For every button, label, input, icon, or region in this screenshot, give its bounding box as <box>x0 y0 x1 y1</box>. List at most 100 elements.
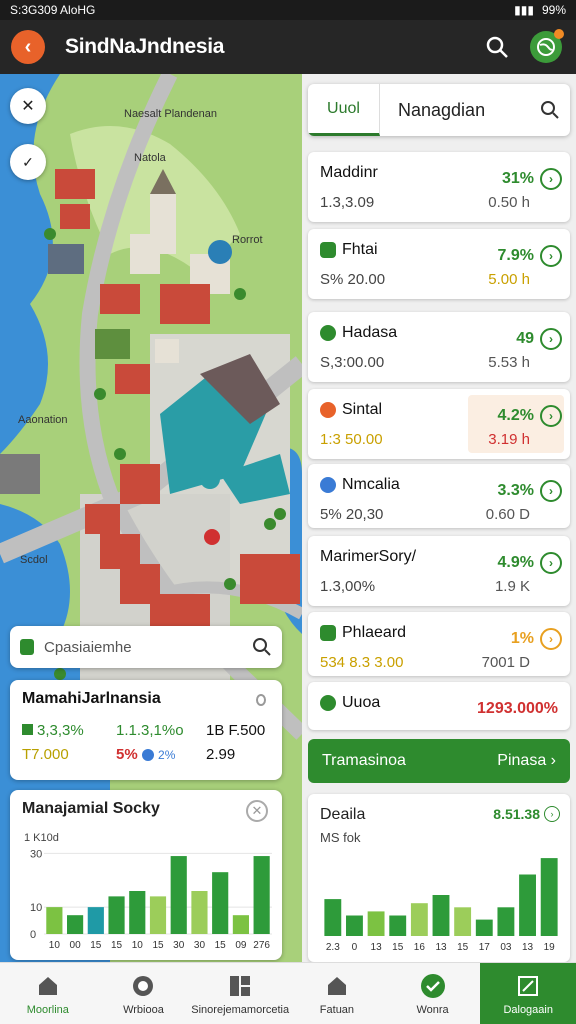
bar <box>253 856 270 934</box>
search-icon <box>253 638 271 656</box>
item-name-text: Hadasa <box>342 324 398 341</box>
battery-text: 99% <box>541 3 566 17</box>
grid-icon <box>226 972 254 1000</box>
chevron-right-icon[interactable]: › <box>540 405 562 427</box>
panel-tabs: Uuol Nanagdian <box>308 84 570 136</box>
nav-item-home[interactable]: Moorlina <box>0 963 96 1024</box>
status-bar: S:3G309 AloHG ▮▮▮ 99% <box>0 0 576 20</box>
list-item[interactable]: Nmcalia 5% 20,30 3.3% 0.60 D › <box>308 464 570 528</box>
chevron-right-icon[interactable]: › <box>540 328 562 350</box>
summary-title: MamahiJarlnansia <box>22 690 161 707</box>
chevron-right-icon[interactable]: › <box>540 628 562 650</box>
nav-label: Wrbiooa <box>123 1003 164 1016</box>
chevron-right-icon[interactable]: › <box>540 245 562 267</box>
x-tick-label: 10 <box>132 940 144 951</box>
summary-r2c2-text: 5% <box>116 746 138 763</box>
nav-item-house[interactable]: Fatuan <box>289 963 385 1024</box>
search-button[interactable] <box>482 32 512 62</box>
x-tick-label: 15 <box>90 940 102 951</box>
bar <box>454 907 472 936</box>
x-tick-label: 13 <box>371 942 383 953</box>
list-item[interactable]: Uuoa 1293.000% <box>308 682 570 730</box>
summary-r1c1-text: 3,3,3% <box>37 722 84 739</box>
item-name: Phlaeard <box>320 624 406 642</box>
item-name-text: Uuoa <box>342 694 381 711</box>
notification-dot <box>554 29 564 39</box>
map-tools-button[interactable]: ✕ <box>10 88 46 124</box>
list-item[interactable]: Hadasa S,3:00.00 49 5.53 h › <box>308 312 570 382</box>
tab-active[interactable]: Uuol <box>308 84 380 136</box>
x-tick-label: 17 <box>479 942 491 953</box>
bar-chart-card[interactable]: Manajamial Socky 1 K10d ✕ 0 10 30 10 00 15 15 1… <box>10 790 282 960</box>
map-locate-button[interactable]: ✓ <box>10 144 46 180</box>
nav-label: Wonra <box>416 1003 449 1016</box>
check-circle-icon <box>419 972 447 1000</box>
map-search-bar[interactable]: Cpasiaiemhe <box>10 626 282 668</box>
item-pct: 1293.000% <box>477 700 558 717</box>
action-button[interactable]: Tramasinoa Pinasa › <box>308 739 570 783</box>
summary-card[interactable]: MamahiJarlnansia 3,3,3% 1.1.3,1%o 1B F.5… <box>10 680 282 780</box>
x-tick-label: 276 <box>253 940 270 951</box>
item-val: 7001 D <box>481 654 530 671</box>
item-val: 3.19 h <box>488 431 530 448</box>
bar <box>87 907 104 934</box>
app-bar: ‹ SindNaJndnesia <box>0 20 576 74</box>
summary-r1c1: 3,3,3% <box>22 722 84 739</box>
item-icon <box>320 325 336 341</box>
x-tick-label: 15 <box>457 942 469 953</box>
item-pct: 4.2% <box>497 407 534 424</box>
item-name: MarimerSory/ <box>320 548 416 566</box>
list-item[interactable]: MarimerSory/ 1.3,00% 4.9% 1.9 K › <box>308 536 570 606</box>
bar-chart-2: 2.3 0 13 15 16 13 15 17 03 13 19 <box>324 858 558 953</box>
panel-search-button[interactable] <box>530 100 570 120</box>
item-sub: S% 20.00 <box>320 271 386 288</box>
item-pct: 1% <box>510 630 534 647</box>
item-pct: 7.9% <box>497 247 534 264</box>
item-name-text: Fhtai <box>342 241 378 258</box>
map-search-input[interactable]: Cpasiaiemhe <box>44 639 242 656</box>
map-label-4: Aaonation <box>18 414 68 426</box>
house-icon <box>323 972 351 1000</box>
action-button-left: Tramasinoa <box>322 752 406 769</box>
chevron-right-icon[interactable]: › <box>540 480 562 502</box>
detail-chart-card[interactable]: Deaila MS fok 8.51.38 › 2.3 0 13 15 16 13 15 17… <box>308 794 570 962</box>
list-item[interactable]: Fhtai S% 20.00 7.9% 5.00 h › <box>308 229 570 299</box>
nav-label: Fatuan <box>319 1003 355 1016</box>
bar-chart-1: 0 10 30 10 00 15 15 10 15 30 30 15 09 276 <box>30 848 272 951</box>
item-name-text: Maddinr <box>320 164 378 181</box>
category-icon <box>20 639 34 655</box>
item-pct: 49 <box>516 330 534 347</box>
nav-item-compass[interactable]: Wrbiooa <box>96 963 192 1024</box>
item-sub: 534 8.3 3.00 <box>320 654 404 671</box>
bar <box>67 915 84 934</box>
nav-item-grid[interactable]: Sinorejemamorcetia <box>191 963 289 1024</box>
bar <box>497 907 515 936</box>
item-name-text: Nmcalia <box>342 476 400 493</box>
item-pct: 31% <box>501 170 534 187</box>
nav-item-check[interactable]: Wonra <box>385 963 481 1024</box>
x-tick-label: 15 <box>152 940 164 951</box>
bottom-nav: Moorlina Wrbiooa Sinorejemamorcetia Fatu… <box>0 962 576 1024</box>
nav-item-edit[interactable]: Dalogaain <box>480 963 576 1024</box>
item-val: 0.50 h <box>488 194 530 211</box>
chevron-right-icon[interactable]: › <box>540 552 562 574</box>
chevron-right-icon[interactable]: › <box>540 168 562 190</box>
tab-label[interactable]: Nanagdian <box>380 100 530 121</box>
back-button[interactable]: ‹ <box>11 30 45 64</box>
back-arrow-icon: ‹ <box>24 35 32 58</box>
map-label-2: Natola <box>134 152 166 164</box>
bar <box>212 872 229 934</box>
x-tick-label: 13 <box>435 942 447 953</box>
profile-button[interactable] <box>530 29 564 63</box>
list-item[interactable]: Phlaeard 534 8.3 3.00 1% 7001 D › <box>308 612 570 676</box>
list-item[interactable]: Maddinr 1.3,3.09 31% 0.50 h › <box>308 152 570 222</box>
search-icon <box>541 101 559 119</box>
list-item[interactable]: Sintal 1:3 50.00 4.2% 3.19 h › <box>308 389 570 459</box>
edit-icon <box>514 972 542 1000</box>
bar <box>149 896 167 934</box>
search-icon <box>486 36 508 58</box>
item-val: 0.60 D <box>485 506 530 523</box>
flag-icon <box>22 724 33 735</box>
x-tick-label: 00 <box>70 940 82 951</box>
map-label-5: Scdol <box>20 554 48 566</box>
